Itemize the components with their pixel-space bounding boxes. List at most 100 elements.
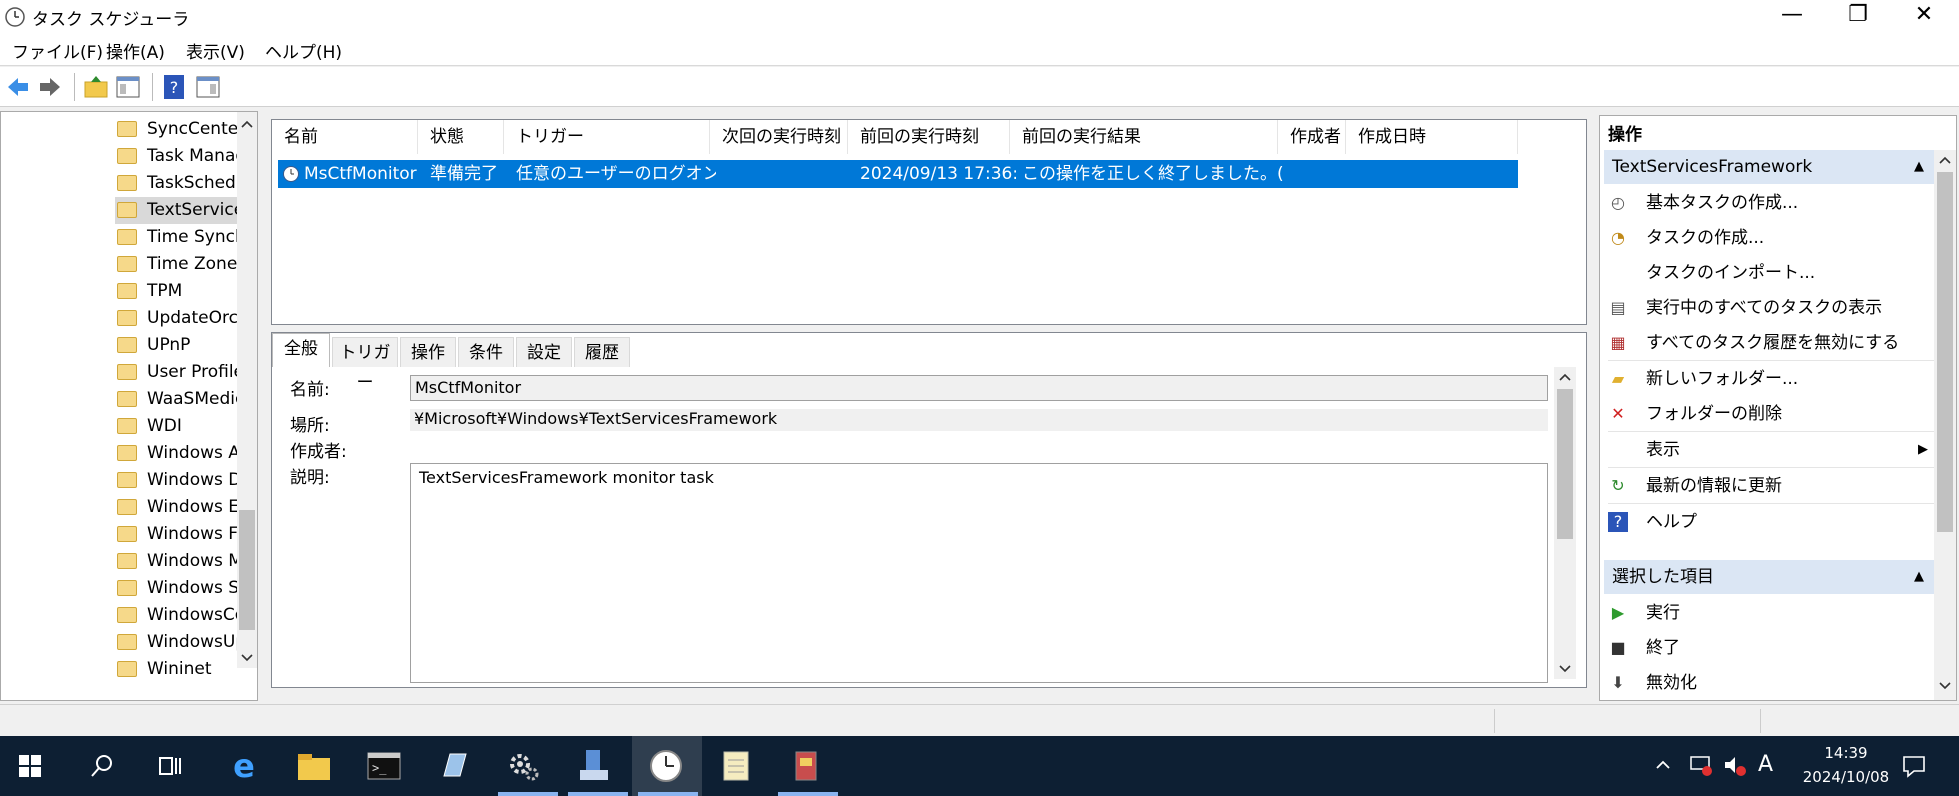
scroll-down-icon[interactable]: [239, 652, 255, 664]
notes-app-icon[interactable]: [436, 750, 472, 782]
tree-item[interactable]: Wininet: [115, 656, 241, 683]
tree-item[interactable]: Time Zone: [115, 251, 241, 278]
action-item[interactable]: ◴ 基本タスクの作成...: [1608, 186, 1934, 220]
column-header-last-result[interactable]: 前回の実行結果: [1010, 120, 1278, 154]
network-disconnected-icon[interactable]: [1688, 752, 1714, 778]
search-icon[interactable]: [88, 752, 116, 780]
details-vertical-scrollbar[interactable]: [1554, 367, 1576, 679]
tab-settings[interactable]: 設定: [516, 337, 572, 367]
task-view-icon[interactable]: [156, 752, 184, 780]
server-manager-icon[interactable]: [576, 748, 612, 784]
chevron-up-icon[interactable]: [1654, 756, 1672, 774]
start-windows-icon[interactable]: [18, 754, 42, 778]
minimize-button[interactable]: —: [1760, 0, 1824, 32]
tree-item[interactable]: UPnP: [115, 332, 241, 359]
restore-button[interactable]: ❐: [1826, 0, 1890, 32]
pane-splitter[interactable]: [258, 111, 270, 701]
tree-item[interactable]: Windows Defender: [115, 467, 241, 494]
tab-history[interactable]: 履歴: [574, 337, 630, 367]
tree-item[interactable]: User Profile Service: [115, 359, 241, 386]
tree-item[interactable]: WindowsColorSystem: [115, 602, 241, 629]
show-hide-action-pane-icon[interactable]: [194, 73, 222, 101]
action-item[interactable]: 表示 ▶: [1608, 433, 1934, 467]
tree-item[interactable]: TaskScheduler: [115, 170, 241, 197]
notification-center-icon[interactable]: [1900, 752, 1928, 780]
name-field[interactable]: MsCtfMonitor: [410, 375, 1548, 401]
clock-date[interactable]: 2024/10/08: [1786, 768, 1906, 786]
tree-item[interactable]: Windows Error Reporting: [115, 494, 241, 521]
task-row[interactable]: MsCtfMonitor 準備完了 任意のユーザーのログオン時 2024/09/…: [278, 160, 1518, 188]
action-item[interactable]: ? ヘルプ: [1608, 505, 1934, 539]
forward-arrow-icon[interactable]: [36, 73, 64, 101]
tree-item[interactable]: WaaSMedic: [115, 386, 241, 413]
action-item[interactable]: ◔ タスクの作成...: [1608, 221, 1934, 255]
tree-item[interactable]: Windows Media Sharing: [115, 548, 241, 575]
tree-item[interactable]: WindowsUpdate: [115, 629, 241, 656]
ime-indicator[interactable]: A: [1758, 752, 1773, 777]
tab-conditions[interactable]: 条件: [458, 337, 514, 367]
description-field[interactable]: TextServicesFramework monitor task: [410, 463, 1548, 683]
scroll-up-icon[interactable]: [1557, 371, 1573, 383]
scroll-down-icon[interactable]: [1557, 663, 1573, 675]
menu-action[interactable]: 操作(A): [106, 38, 165, 63]
close-button[interactable]: ✕: [1892, 0, 1956, 32]
menu-file[interactable]: ファイル(F): [12, 38, 103, 63]
menu-help[interactable]: ヘルプ(H): [265, 38, 342, 63]
tab-triggers[interactable]: トリガー: [332, 337, 398, 393]
actions-vertical-scrollbar[interactable]: [1934, 150, 1956, 700]
collapse-caret-icon[interactable]: ▲: [1914, 150, 1924, 184]
actions-scroll-thumb[interactable]: [1937, 172, 1953, 532]
tree-item[interactable]: TPM: [115, 278, 241, 305]
scroll-up-icon[interactable]: [1937, 154, 1953, 166]
tree-item[interactable]: Task Manager: [115, 143, 241, 170]
section-header-textservicesframework[interactable]: TextServicesFramework ▲: [1604, 150, 1934, 184]
tree-item[interactable]: TextServicesFramework: [115, 197, 241, 224]
tree-scroll-thumb[interactable]: [239, 510, 255, 630]
column-header-status[interactable]: 状態: [418, 120, 504, 154]
column-header-created[interactable]: 作成日時: [1346, 120, 1518, 154]
collapse-caret-icon[interactable]: ▲: [1914, 560, 1924, 594]
section-header-selected-item[interactable]: 選択した項目 ▲: [1604, 560, 1934, 594]
internet-explorer-icon[interactable]: e: [224, 746, 264, 786]
tree-item[interactable]: Time Synchronization: [115, 224, 241, 251]
action-item[interactable]: ▰ 新しいフォルダー...: [1608, 362, 1934, 396]
notepad-icon[interactable]: [718, 748, 754, 784]
tree-item[interactable]: Windows Filtering Platform: [115, 521, 241, 548]
action-item[interactable]: ↻ 最新の情報に更新: [1608, 469, 1934, 503]
file-explorer-icon[interactable]: [296, 750, 332, 782]
tab-actions[interactable]: 操作: [400, 337, 456, 367]
help-icon[interactable]: ?: [160, 73, 188, 101]
command-prompt-icon[interactable]: >_: [366, 750, 402, 782]
settings-gears-icon[interactable]: [506, 748, 542, 784]
column-header-author[interactable]: 作成者: [1278, 120, 1346, 154]
column-header-last-run[interactable]: 前回の実行時刻: [848, 120, 1010, 154]
author-field[interactable]: [410, 435, 1548, 457]
up-folder-icon[interactable]: [82, 73, 110, 101]
tree-item[interactable]: Windows Activation Technologies: [115, 440, 241, 467]
back-arrow-icon[interactable]: [4, 73, 32, 101]
show-hide-console-tree-icon[interactable]: [114, 73, 142, 101]
action-item[interactable]: ▤ 実行中のすべてのタスクの表示: [1608, 291, 1934, 325]
column-header-trigger[interactable]: トリガー: [504, 120, 710, 154]
action-item[interactable]: タスクのインポート...: [1608, 256, 1934, 290]
action-item[interactable]: ▶ 実行: [1608, 596, 1934, 630]
tree-item[interactable]: Windows Subsystem For Linux: [115, 575, 241, 602]
scroll-down-icon[interactable]: [1937, 680, 1953, 692]
menu-view[interactable]: 表示(V): [186, 38, 245, 63]
tab-general[interactable]: 全般: [272, 333, 330, 367]
clock-time[interactable]: 14:39: [1810, 744, 1882, 762]
column-header-name[interactable]: 名前: [272, 120, 418, 154]
scroll-up-icon[interactable]: [239, 118, 255, 130]
details-scroll-thumb[interactable]: [1557, 389, 1573, 539]
action-item[interactable]: ▦ すべてのタスク履歴を無効にする: [1608, 326, 1934, 360]
action-item[interactable]: ⬇ 無効化: [1608, 666, 1934, 700]
tree-item[interactable]: WDI: [115, 413, 241, 440]
volume-muted-icon[interactable]: [1722, 752, 1748, 778]
tree-vertical-scrollbar[interactable]: [237, 112, 257, 668]
location-field[interactable]: ¥Microsoft¥Windows¥TextServicesFramework: [410, 409, 1548, 431]
action-item[interactable]: ✕ フォルダーの削除: [1608, 397, 1934, 431]
action-item[interactable]: ■ 終了: [1608, 631, 1934, 665]
tree-item[interactable]: SyncCenter: [115, 116, 241, 143]
tree-item[interactable]: UpdateOrchestrator: [115, 305, 241, 332]
resource-monitor-icon[interactable]: [788, 748, 824, 784]
